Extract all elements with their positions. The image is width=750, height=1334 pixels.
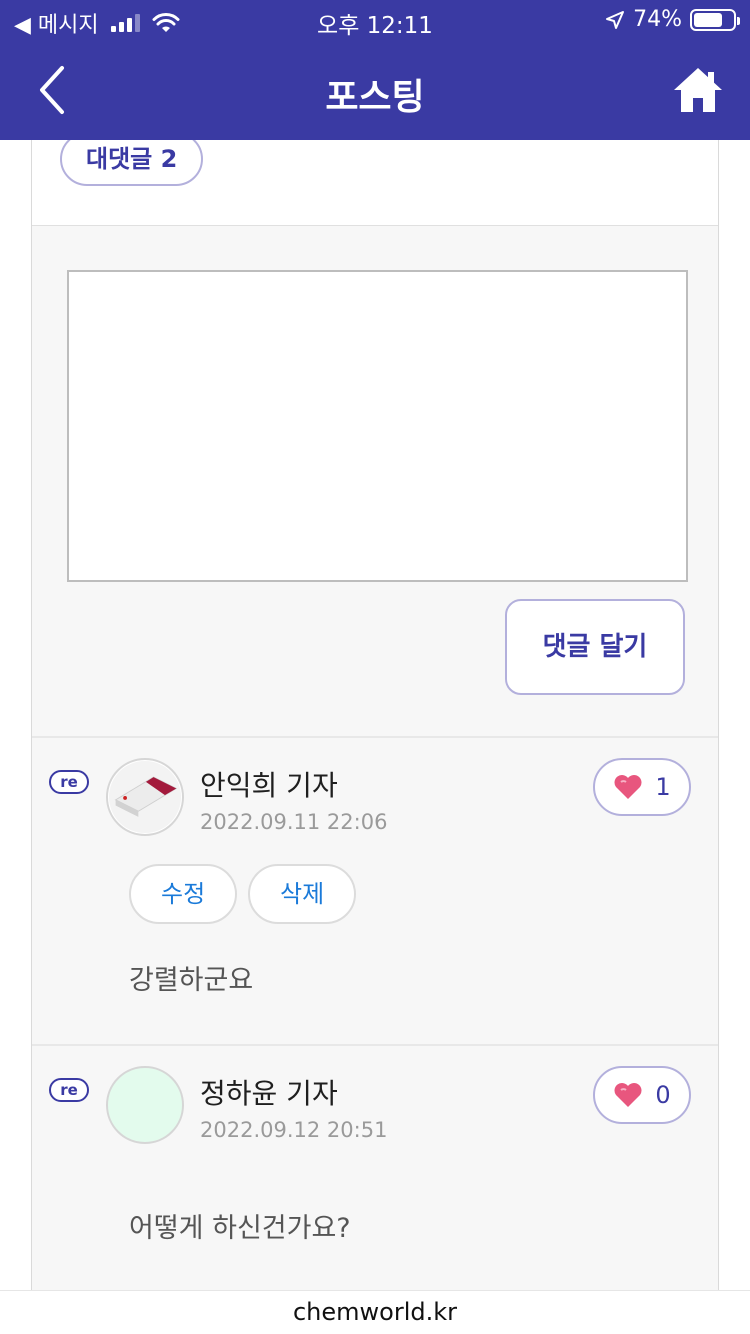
divider bbox=[32, 736, 718, 738]
avatar bbox=[106, 1066, 184, 1144]
like-button[interactable]: 0 bbox=[593, 1066, 691, 1124]
re-badge: re bbox=[49, 1078, 89, 1102]
location-arrow-icon bbox=[606, 10, 625, 29]
home-button[interactable] bbox=[670, 62, 726, 118]
re-badge: re bbox=[49, 770, 89, 794]
reply-text: 어떻게 하신건가요? bbox=[129, 1213, 351, 1244]
battery-icon bbox=[690, 8, 740, 31]
app-header: ◀ 메시지 오후 12:11 74% 포스팅 bbox=[0, 0, 750, 140]
like-count: 1 bbox=[655, 773, 671, 801]
reply-count-button[interactable]: 대댓글 2 bbox=[60, 140, 204, 186]
delete-button[interactable]: 삭제 bbox=[248, 864, 357, 924]
divider bbox=[32, 1044, 718, 1046]
heart-icon bbox=[614, 1083, 642, 1107]
reply-textarea[interactable] bbox=[67, 270, 688, 582]
like-count: 0 bbox=[655, 1081, 671, 1109]
reply-text: 강렬하군요 bbox=[129, 965, 254, 996]
product-thumbnail-icon bbox=[108, 760, 182, 834]
battery-percent: 74% bbox=[633, 7, 682, 32]
reply-author: 안익희 기자 bbox=[200, 769, 338, 802]
reply-author: 정하윤 기자 bbox=[200, 1077, 338, 1110]
reply-date: 2022.09.12 20:51 bbox=[200, 1118, 388, 1142]
status-bar: ◀ 메시지 오후 12:11 74% bbox=[0, 0, 750, 40]
avatar bbox=[106, 758, 184, 836]
like-button[interactable]: 1 bbox=[593, 758, 691, 816]
edit-button[interactable]: 수정 bbox=[129, 864, 238, 924]
status-right: 74% bbox=[605, 7, 740, 32]
submit-comment-button[interactable]: 댓글 달기 bbox=[505, 599, 685, 695]
parent-comment-footer: 대댓글 2 bbox=[32, 140, 718, 226]
page-title: 포스팅 bbox=[325, 77, 425, 118]
comments-section: 대댓글 2 댓글 달기 re 안익희 기자 2022.09.11 22:06 1… bbox=[31, 140, 719, 1290]
heart-icon bbox=[614, 775, 642, 799]
browser-url-bar[interactable]: chemworld.kr bbox=[0, 1290, 750, 1334]
reply-date: 2022.09.11 22:06 bbox=[200, 810, 388, 834]
